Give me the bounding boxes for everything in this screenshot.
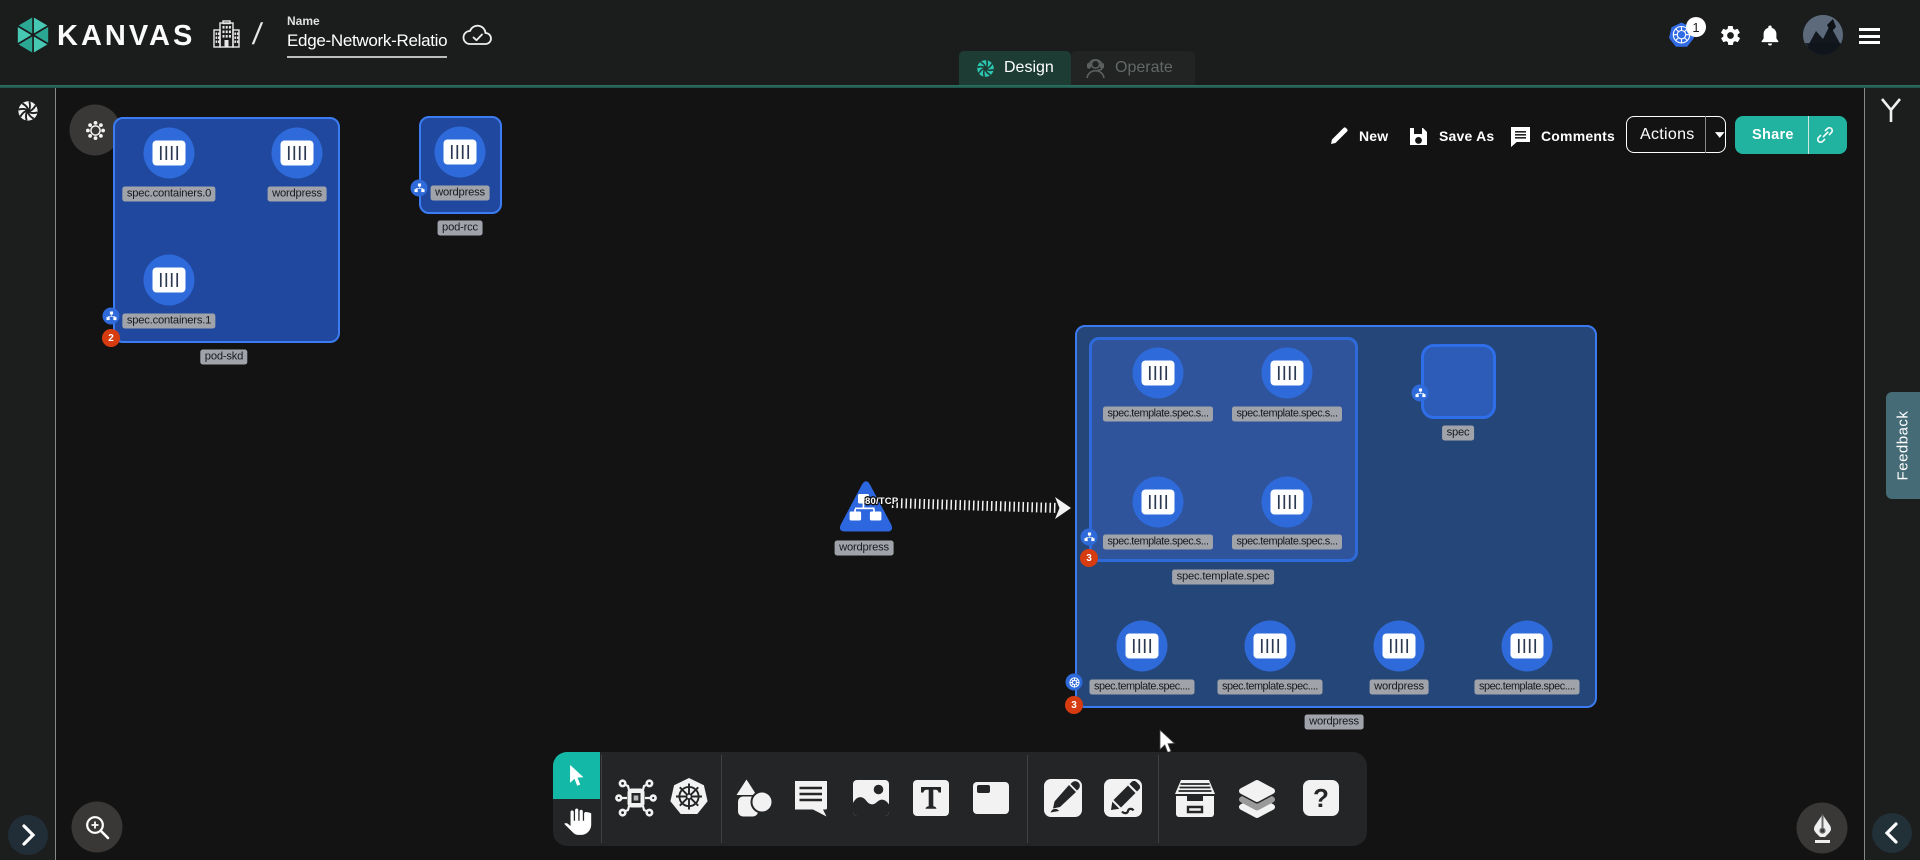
- svg-text:?: ?: [1313, 783, 1329, 813]
